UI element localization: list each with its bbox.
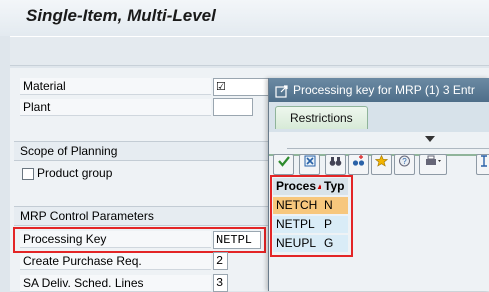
binoculars-plus-icon — [352, 155, 365, 166]
plant-label: Plant — [20, 99, 211, 116]
print-button[interactable] — [419, 154, 447, 175]
info-icon: ? — [399, 155, 410, 167]
continue-button[interactable] — [273, 154, 294, 175]
application-toolbar — [10, 36, 489, 66]
plant-label-text: Plant — [23, 100, 51, 114]
result-list-highlight — [270, 175, 353, 257]
find-next-button[interactable] — [348, 154, 369, 175]
checkmark-icon — [277, 156, 290, 167]
processing-key-highlight — [13, 227, 266, 253]
sa-deliv-sched-lines-input[interactable]: 3 — [213, 274, 228, 292]
mrp-header-text: MRP Control Parameters — [20, 209, 154, 223]
sa-deliv-sched-lines-value: 3 — [216, 276, 224, 290]
tab-restrictions[interactable]: Restrictions — [275, 106, 368, 129]
material-label-text: Material — [23, 79, 66, 93]
sort-icon — [481, 155, 487, 167]
close-icon — [304, 155, 315, 167]
binoculars-icon — [329, 157, 342, 166]
product-group-checkbox-row[interactable]: Product group — [22, 165, 112, 181]
find-button[interactable] — [325, 154, 346, 175]
svg-text:?: ? — [402, 157, 407, 166]
create-purchase-req-label-text: Create Purchase Req. — [23, 254, 142, 268]
popup-tabstrip: Restrictions — [269, 102, 489, 156]
product-group-label: Product group — [37, 166, 113, 180]
expand-restrictions-icon[interactable] — [425, 136, 435, 142]
scope-header-text: Scope of Planning — [20, 144, 118, 158]
product-group-checkbox[interactable] — [22, 167, 34, 180]
sa-deliv-sched-lines-label-text: SA Deliv. Sched. Lines — [23, 276, 144, 290]
sort-button[interactable] — [476, 154, 489, 175]
f4-help-icon[interactable]: ☑ — [216, 82, 226, 94]
popup-title: Processing key for MRP (1) 3 Entr — [293, 83, 475, 97]
plant-input[interactable] — [213, 98, 253, 116]
tab-restrictions-label: Restrictions — [290, 111, 353, 125]
create-purchase-req-value: 2 — [216, 254, 224, 268]
title-bar: Single-Item, Multi-Level — [0, 0, 489, 36]
favorite-button[interactable] — [371, 154, 392, 175]
divider — [287, 148, 489, 149]
sa-deliv-sched-lines-label: SA Deliv. Sched. Lines — [20, 275, 211, 292]
star-icon — [374, 154, 389, 167]
cancel-button[interactable] — [299, 154, 320, 175]
create-purchase-req-input[interactable]: 2 — [213, 252, 228, 270]
create-purchase-req-label: Create Purchase Req. — [20, 253, 211, 270]
popup-title-bar[interactable]: Processing key for MRP (1) 3 Entr — [269, 78, 489, 102]
popup-toolbar: ? — [269, 154, 489, 176]
printer-icon — [426, 155, 441, 165]
information-button[interactable]: ? — [394, 154, 415, 175]
scope-of-planning-header: Scope of Planning — [14, 141, 274, 161]
material-label: Material — [20, 78, 211, 95]
processing-key-popup: Processing key for MRP (1) 3 Entr Restri… — [268, 78, 489, 291]
page-title: Single-Item, Multi-Level — [26, 6, 216, 25]
mrp-control-parameters-header: MRP Control Parameters — [14, 206, 274, 226]
